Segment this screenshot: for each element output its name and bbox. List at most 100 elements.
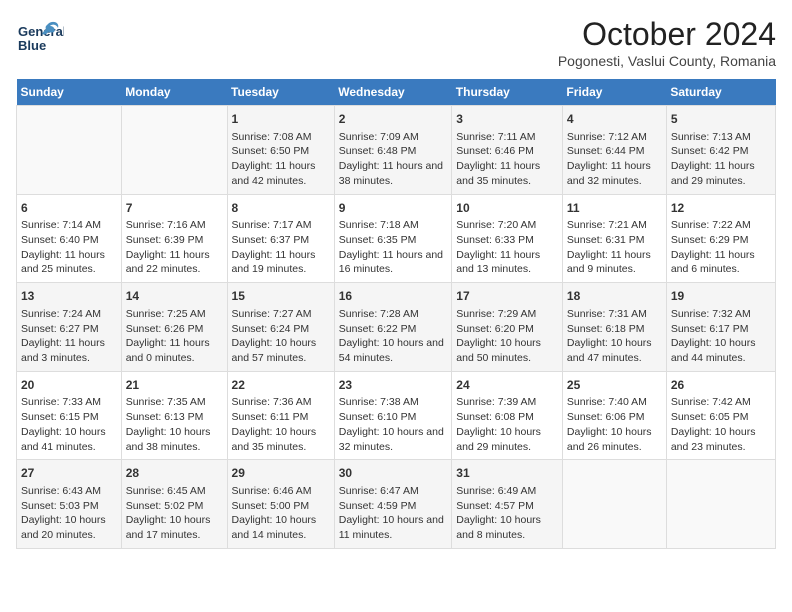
header-row: SundayMondayTuesdayWednesdayThursdayFrid…	[17, 79, 776, 106]
day-number: 1	[232, 111, 330, 128]
calendar-cell: 4 Sunrise: 7:12 AM Sunset: 6:44 PM Daylig…	[562, 106, 666, 195]
day-number: 20	[21, 377, 117, 394]
day-info: Sunrise: 7:21 AM Sunset: 6:31 PM Dayligh…	[567, 218, 662, 277]
day-info: Sunrise: 7:25 AM Sunset: 6:26 PM Dayligh…	[126, 307, 223, 366]
day-info: Sunrise: 7:09 AM Sunset: 6:48 PM Dayligh…	[339, 130, 448, 189]
day-number: 25	[567, 377, 662, 394]
calendar-cell: 14 Sunrise: 7:25 AM Sunset: 6:26 PM Dayli…	[121, 283, 227, 372]
week-row-1: 1 Sunrise: 7:08 AM Sunset: 6:50 PM Daylig…	[17, 106, 776, 195]
day-info: Sunrise: 7:27 AM Sunset: 6:24 PM Dayligh…	[232, 307, 330, 366]
day-number: 28	[126, 465, 223, 482]
calendar-cell: 15 Sunrise: 7:27 AM Sunset: 6:24 PM Dayli…	[227, 283, 334, 372]
day-info: Sunrise: 7:29 AM Sunset: 6:20 PM Dayligh…	[456, 307, 558, 366]
calendar-cell: 7Sunrise: 7:16 AM Sunset: 6:39 PM Daylig…	[121, 194, 227, 283]
day-info: Sunrise: 7:24 AM Sunset: 6:27 PM Dayligh…	[21, 307, 117, 366]
day-number: 17	[456, 288, 558, 305]
day-number: 6	[21, 200, 117, 217]
day-number: 9	[339, 200, 448, 217]
calendar-cell: 22Sunrise: 7:36 AM Sunset: 6:11 PM Dayli…	[227, 371, 334, 460]
calendar-cell	[562, 460, 666, 549]
week-row-3: 13Sunrise: 7:24 AM Sunset: 6:27 PM Dayli…	[17, 283, 776, 372]
day-number: 15	[232, 288, 330, 305]
week-row-2: 6Sunrise: 7:14 AM Sunset: 6:40 PM Daylig…	[17, 194, 776, 283]
day-info: Sunrise: 6:46 AM Sunset: 5:00 PM Dayligh…	[232, 484, 330, 543]
day-number: 11	[567, 200, 662, 217]
calendar-table: SundayMondayTuesdayWednesdayThursdayFrid…	[16, 79, 776, 549]
day-info: Sunrise: 7:11 AM Sunset: 6:46 PM Dayligh…	[456, 130, 558, 189]
day-info: Sunrise: 7:28 AM Sunset: 6:22 PM Dayligh…	[339, 307, 448, 366]
week-row-4: 20Sunrise: 7:33 AM Sunset: 6:15 PM Dayli…	[17, 371, 776, 460]
calendar-cell: 24Sunrise: 7:39 AM Sunset: 6:08 PM Dayli…	[452, 371, 563, 460]
column-header-wednesday: Wednesday	[334, 79, 452, 106]
day-number: 10	[456, 200, 558, 217]
calendar-cell: 5 Sunrise: 7:13 AM Sunset: 6:42 PM Daylig…	[666, 106, 775, 195]
calendar-cell: 20Sunrise: 7:33 AM Sunset: 6:15 PM Dayli…	[17, 371, 122, 460]
day-info: Sunrise: 7:22 AM Sunset: 6:29 PM Dayligh…	[671, 218, 771, 277]
calendar-cell: 26Sunrise: 7:42 AM Sunset: 6:05 PM Dayli…	[666, 371, 775, 460]
day-number: 4	[567, 111, 662, 128]
day-info: Sunrise: 7:42 AM Sunset: 6:05 PM Dayligh…	[671, 395, 771, 454]
page-title: October 2024	[558, 16, 776, 53]
day-number: 21	[126, 377, 223, 394]
column-header-friday: Friday	[562, 79, 666, 106]
calendar-cell: 3 Sunrise: 7:11 AM Sunset: 6:46 PM Daylig…	[452, 106, 563, 195]
day-info: Sunrise: 7:36 AM Sunset: 6:11 PM Dayligh…	[232, 395, 330, 454]
calendar-cell	[121, 106, 227, 195]
column-header-saturday: Saturday	[666, 79, 775, 106]
svg-text:Blue: Blue	[18, 38, 46, 53]
calendar-cell: 25Sunrise: 7:40 AM Sunset: 6:06 PM Dayli…	[562, 371, 666, 460]
day-info: Sunrise: 7:31 AM Sunset: 6:18 PM Dayligh…	[567, 307, 662, 366]
calendar-cell: 8Sunrise: 7:17 AM Sunset: 6:37 PM Daylig…	[227, 194, 334, 283]
calendar-cell: 18 Sunrise: 7:31 AM Sunset: 6:18 PM Dayli…	[562, 283, 666, 372]
day-info: Sunrise: 6:45 AM Sunset: 5:02 PM Dayligh…	[126, 484, 223, 543]
calendar-cell	[17, 106, 122, 195]
day-number: 24	[456, 377, 558, 394]
calendar-cell: 16 Sunrise: 7:28 AM Sunset: 6:22 PM Dayli…	[334, 283, 452, 372]
page-subtitle: Pogonesti, Vaslui County, Romania	[558, 53, 776, 69]
day-info: Sunrise: 7:40 AM Sunset: 6:06 PM Dayligh…	[567, 395, 662, 454]
day-number: 18	[567, 288, 662, 305]
calendar-cell: 11Sunrise: 7:21 AM Sunset: 6:31 PM Dayli…	[562, 194, 666, 283]
calendar-cell: 13Sunrise: 7:24 AM Sunset: 6:27 PM Dayli…	[17, 283, 122, 372]
day-number: 14	[126, 288, 223, 305]
calendar-cell: 12Sunrise: 7:22 AM Sunset: 6:29 PM Dayli…	[666, 194, 775, 283]
column-header-thursday: Thursday	[452, 79, 563, 106]
calendar-cell: 9Sunrise: 7:18 AM Sunset: 6:35 PM Daylig…	[334, 194, 452, 283]
calendar-body: 1 Sunrise: 7:08 AM Sunset: 6:50 PM Daylig…	[17, 106, 776, 549]
day-info: Sunrise: 7:16 AM Sunset: 6:39 PM Dayligh…	[126, 218, 223, 277]
day-number: 3	[456, 111, 558, 128]
day-info: Sunrise: 7:33 AM Sunset: 6:15 PM Dayligh…	[21, 395, 117, 454]
day-number: 12	[671, 200, 771, 217]
day-number: 5	[671, 111, 771, 128]
column-header-monday: Monday	[121, 79, 227, 106]
day-info: Sunrise: 7:35 AM Sunset: 6:13 PM Dayligh…	[126, 395, 223, 454]
day-info: Sunrise: 6:49 AM Sunset: 4:57 PM Dayligh…	[456, 484, 558, 543]
day-number: 22	[232, 377, 330, 394]
column-header-sunday: Sunday	[17, 79, 122, 106]
calendar-cell: 19Sunrise: 7:32 AM Sunset: 6:17 PM Dayli…	[666, 283, 775, 372]
calendar-cell: 23Sunrise: 7:38 AM Sunset: 6:10 PM Dayli…	[334, 371, 452, 460]
day-info: Sunrise: 7:18 AM Sunset: 6:35 PM Dayligh…	[339, 218, 448, 277]
calendar-cell: 2Sunrise: 7:09 AM Sunset: 6:48 PM Daylig…	[334, 106, 452, 195]
calendar-cell: 1 Sunrise: 7:08 AM Sunset: 6:50 PM Daylig…	[227, 106, 334, 195]
page-header: General Blue October 2024 Pogonesti, Vas…	[16, 16, 776, 69]
calendar-cell	[666, 460, 775, 549]
calendar-cell: 17 Sunrise: 7:29 AM Sunset: 6:20 PM Dayli…	[452, 283, 563, 372]
day-info: Sunrise: 7:12 AM Sunset: 6:44 PM Dayligh…	[567, 130, 662, 189]
day-number: 30	[339, 465, 448, 482]
day-info: Sunrise: 7:17 AM Sunset: 6:37 PM Dayligh…	[232, 218, 330, 277]
calendar-header: SundayMondayTuesdayWednesdayThursdayFrid…	[17, 79, 776, 106]
day-info: Sunrise: 7:08 AM Sunset: 6:50 PM Dayligh…	[232, 130, 330, 189]
day-info: Sunrise: 7:39 AM Sunset: 6:08 PM Dayligh…	[456, 395, 558, 454]
calendar-cell: 21Sunrise: 7:35 AM Sunset: 6:13 PM Dayli…	[121, 371, 227, 460]
day-info: Sunrise: 7:32 AM Sunset: 6:17 PM Dayligh…	[671, 307, 771, 366]
logo: General Blue	[16, 16, 64, 69]
day-info: Sunrise: 7:20 AM Sunset: 6:33 PM Dayligh…	[456, 218, 558, 277]
calendar-cell: 29 Sunrise: 6:46 AM Sunset: 5:00 PM Dayli…	[227, 460, 334, 549]
day-number: 16	[339, 288, 448, 305]
day-number: 29	[232, 465, 330, 482]
calendar-cell: 27Sunrise: 6:43 AM Sunset: 5:03 PM Dayli…	[17, 460, 122, 549]
day-info: Sunrise: 7:13 AM Sunset: 6:42 PM Dayligh…	[671, 130, 771, 189]
day-number: 7	[126, 200, 223, 217]
logo-icon: General Blue	[16, 16, 64, 64]
